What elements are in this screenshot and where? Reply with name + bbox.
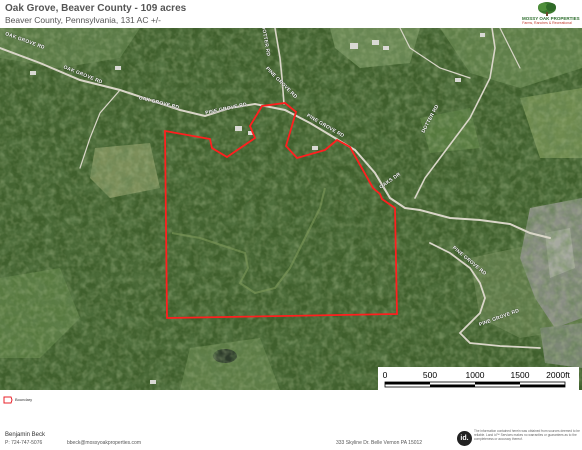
agent-name: Benjamin Beck — [5, 432, 46, 438]
aerial-map[interactable]: OAK GROVE RD OAK GROVE RD OAK GROVE RD P… — [0, 28, 582, 390]
disclaimer-text: The information contained herein was obt… — [474, 429, 580, 441]
map-title: Oak Grove, Beaver County - 109 acres — [5, 3, 187, 14]
agent-phone[interactable]: P: 724-747-5076 — [5, 440, 42, 446]
logo-tagline: Farms, Ranches & Recreational — [522, 21, 572, 25]
mossy-oak-logo: MOSSY OAK PROPERTIES Farms, Ranches & Re… — [522, 1, 580, 27]
tree-icon — [538, 2, 556, 16]
scale-bar: 0 500 1000 1500 2000ft — [378, 367, 579, 390]
land-id-logo: id. — [457, 431, 472, 446]
legend-label: Boundary — [15, 397, 33, 402]
agent-address: 333 Skyline Dr. Belle Vernon PA 15012 — [336, 440, 423, 446]
boundary-legend-icon — [3, 396, 13, 404]
map-subtitle: Beaver County, Pennsylvania, 131 AC +/- — [5, 15, 162, 25]
satellite-imagery — [0, 28, 582, 390]
scale-bar-graphic — [384, 381, 566, 388]
agent-email[interactable]: bbeck@mossyoakproperties.com — [67, 440, 141, 446]
map-header: Oak Grove, Beaver County - 109 acres Bea… — [0, 0, 582, 28]
